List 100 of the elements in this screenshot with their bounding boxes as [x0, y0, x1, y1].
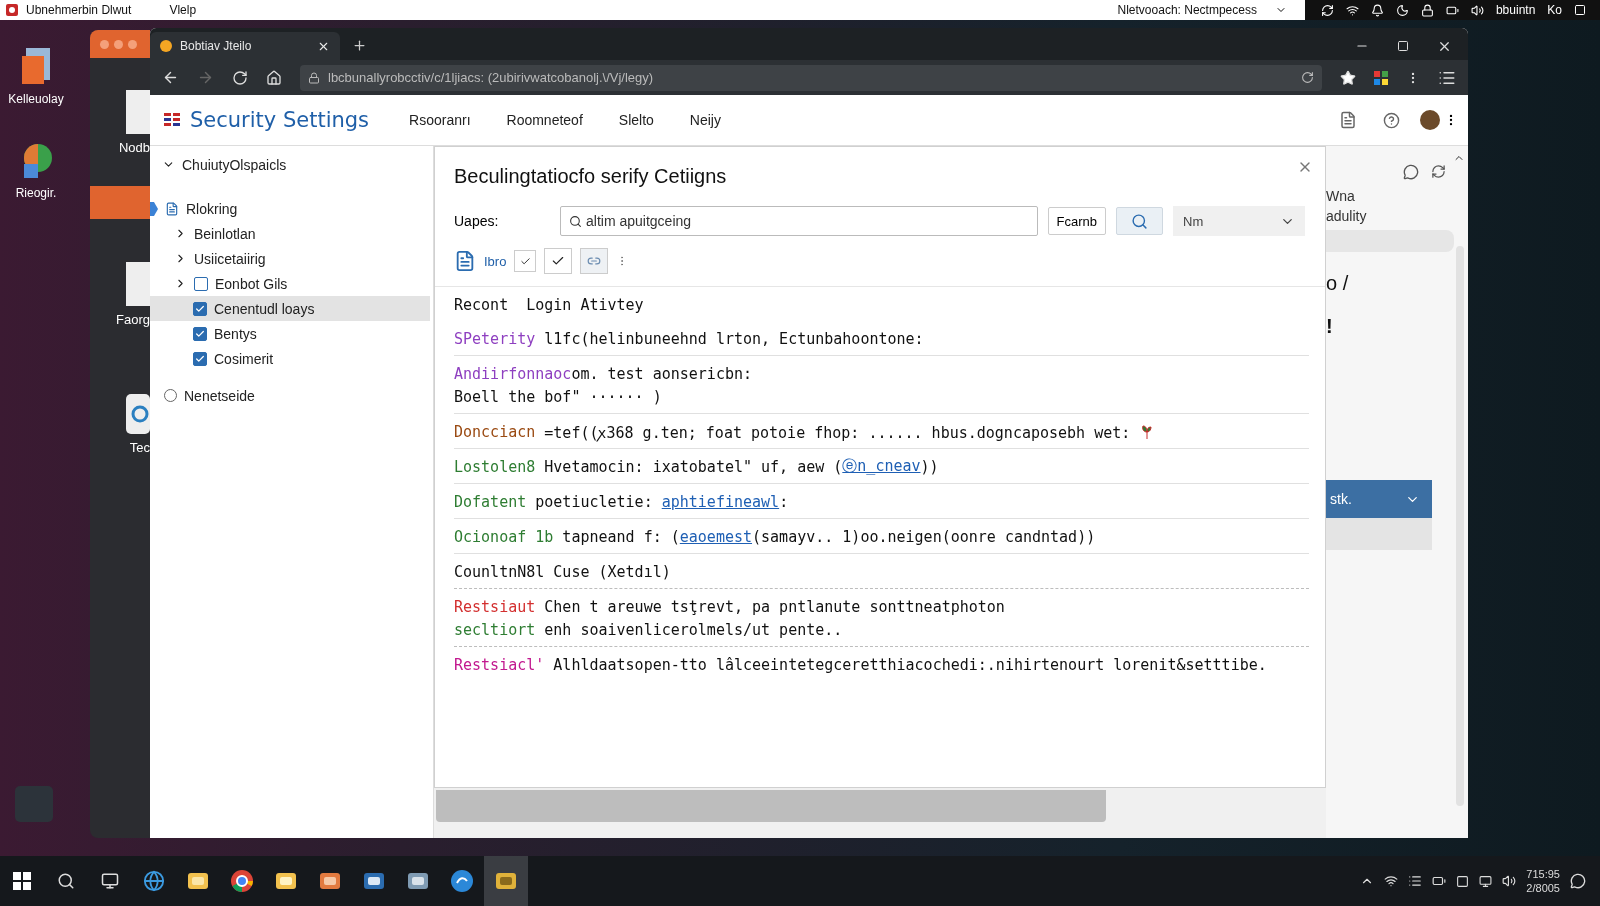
- home-icon[interactable]: [266, 69, 282, 86]
- language-indicator[interactable]: Ko: [1547, 3, 1562, 17]
- log-text: :: [779, 492, 789, 511]
- square-icon[interactable]: [1456, 874, 1470, 888]
- desktop-icon-label: Kelleuolay: [8, 92, 64, 106]
- checkbox[interactable]: [193, 326, 207, 341]
- reload-icon[interactable]: [1301, 71, 1314, 84]
- chrome-icon[interactable]: [231, 870, 253, 892]
- field-label: Uapes:: [454, 213, 500, 229]
- log-text: Hvetamocin: ixatobatel" uf, aew (: [543, 457, 843, 476]
- radio-button[interactable]: [164, 389, 177, 402]
- app-icon[interactable]: [451, 870, 473, 892]
- notification-icon[interactable]: [1570, 873, 1586, 889]
- nav-link[interactable]: Roomneteof: [506, 112, 583, 128]
- new-tab-icon[interactable]: [352, 38, 367, 53]
- log-label: Restsiaut: [454, 597, 536, 616]
- log-label: Ocionoaf 1b: [454, 527, 554, 546]
- volume-icon[interactable]: [1502, 874, 1517, 888]
- log-heading: Recont Login Ativtey: [454, 295, 644, 314]
- browser-icon[interactable]: [143, 870, 165, 892]
- log-link[interactable]: eaoemest: [679, 527, 753, 546]
- log-text: poetiucletie:: [534, 492, 654, 511]
- check-button[interactable]: [544, 248, 573, 274]
- desktop-icon-label: Rieogir.: [15, 186, 57, 200]
- log-link[interactable]: ⓔn_cneav: [842, 457, 921, 476]
- address-bar[interactable]: lbcbunallyrobcctiv/c/1ljiacs: (2ubirivwatcobanolj.\/Vj/legy): [300, 64, 1322, 91]
- url-text: lbcbunallyrobcctiv/c/1ljiacs: (2ubirivwatcobanolj.\/Vj/legy): [328, 70, 655, 85]
- app-tile-icon: [126, 393, 150, 434]
- bookmark-star-icon[interactable]: [1340, 69, 1356, 86]
- window-dot: [100, 39, 109, 49]
- clock-date: 2/8005: [1526, 881, 1560, 895]
- wifi-icon[interactable]: [1345, 3, 1359, 17]
- battery-icon[interactable]: [1432, 874, 1447, 888]
- check-button[interactable]: [514, 250, 537, 272]
- moon-icon[interactable]: [1395, 3, 1409, 17]
- volume-icon[interactable]: [1470, 3, 1484, 17]
- tree-item[interactable]: Rlokring: [186, 200, 238, 217]
- nav-link[interactable]: Rsooranrı: [409, 112, 471, 128]
- search-button[interactable]: Fcarnb: [1047, 207, 1106, 235]
- search-icon: [1131, 212, 1148, 230]
- document-icon: [126, 89, 150, 134]
- panel-heading: o /: [1326, 272, 1350, 295]
- log-link[interactable]: aphtiefineawl: [661, 492, 780, 511]
- tab-title: Bobtiav Jteilo: [180, 39, 253, 53]
- network-icon[interactable]: [1384, 874, 1399, 888]
- tree-row[interactable]: Eonbot Gils: [150, 271, 430, 296]
- tree-row[interactable]: Beinlotlan: [150, 221, 430, 246]
- document-icon[interactable]: [454, 250, 476, 272]
- tree-item[interactable]: ChuiutyOlspaicls: [182, 156, 287, 173]
- dialog-title: Beculingtatiocfo serify Cetiigns: [454, 165, 728, 188]
- help-icon[interactable]: [1383, 111, 1400, 129]
- panel-mark: !: [1326, 315, 1334, 338]
- nav-link[interactable]: Neijy: [689, 112, 721, 128]
- tree-row[interactable]: Bentys: [150, 321, 430, 346]
- item-label: Tec: [129, 439, 150, 455]
- browser-tab[interactable]: Bobtiav Jteilo: [150, 32, 340, 60]
- list-icon[interactable]: [1408, 874, 1423, 888]
- item-label: Nodb: [118, 139, 150, 155]
- log-text: CounltnN8l Cuse (Xetdıl): [454, 562, 671, 581]
- reload-icon[interactable]: [232, 69, 248, 86]
- search-field[interactable]: altim apuitgceing: [560, 206, 1038, 236]
- log-text: enh soaivenlicerolmels/ut pente..: [543, 620, 843, 639]
- refresh-icon[interactable]: [1431, 164, 1446, 179]
- radio-label: Nenetseide: [184, 387, 255, 404]
- monitor-icon: [101, 872, 119, 890]
- document-icon[interactable]: [1339, 111, 1357, 129]
- log-text: l1fc(helinbuneehnd lrton, Ectunbahoontone:: [543, 329, 924, 348]
- item-label: Faorg: [116, 311, 150, 327]
- checkbox[interactable]: [193, 351, 207, 366]
- nav-link[interactable]: Slelto: [618, 112, 654, 128]
- tree-row[interactable]: Cenentudl loays: [150, 296, 430, 321]
- user-name: bbuintn: [1495, 3, 1536, 17]
- link-button[interactable]: [580, 248, 609, 274]
- tree-row[interactable]: Cosimerit: [150, 346, 430, 371]
- back-icon[interactable]: [162, 69, 179, 86]
- check-icon: [195, 328, 205, 339]
- puzzle-icon[interactable]: [1374, 70, 1388, 85]
- chat-icon[interactable]: [1403, 164, 1419, 180]
- lock-icon: [308, 71, 320, 84]
- checkbox[interactable]: [193, 301, 207, 316]
- menu-item[interactable]: Vlelp: [169, 3, 197, 17]
- display-icon[interactable]: [1479, 874, 1493, 888]
- log-text: tapneand f: (: [561, 527, 680, 546]
- checkbox[interactable]: [194, 276, 208, 291]
- refresh-icon[interactable]: [1320, 3, 1334, 17]
- avatar-icon[interactable]: [1420, 110, 1440, 130]
- log-text: Boell the bof" ······ ): [454, 387, 662, 406]
- lock-icon[interactable]: [1420, 3, 1434, 17]
- dropdown[interactable]: Nm: [1173, 206, 1305, 236]
- bell-icon[interactable]: [1370, 3, 1384, 17]
- tree-row[interactable]: Usiicetaiirig: [150, 246, 430, 271]
- log-label: Restsiacl': [454, 655, 545, 674]
- highlight-bar: [90, 186, 150, 219]
- search-icon-button[interactable]: [1116, 207, 1163, 235]
- log-text: om. test aonsericbn:: [571, 364, 753, 383]
- maximize-icon[interactable]: [1397, 40, 1409, 52]
- log-label: Doncciacn: [454, 422, 536, 441]
- dropdown[interactable]: stk.: [1326, 480, 1432, 518]
- panel-text: Wna: [1326, 188, 1356, 204]
- check-icon: [195, 353, 205, 364]
